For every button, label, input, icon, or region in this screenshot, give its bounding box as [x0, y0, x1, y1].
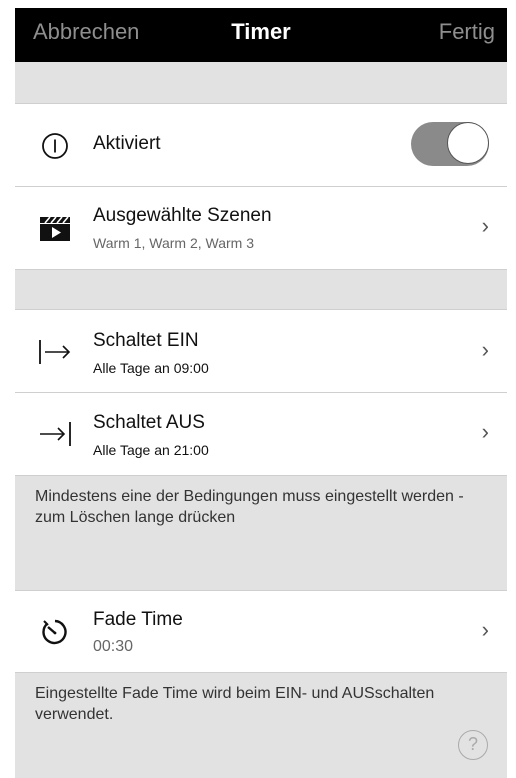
fade-time-title: Fade Time [93, 609, 183, 630]
activated-row[interactable]: Aktiviert [15, 103, 507, 187]
switch-on-title: Schaltet EIN [93, 330, 199, 351]
activated-toggle[interactable] [411, 122, 489, 166]
fade-time-value: 00:30 [93, 638, 134, 655]
switch-on-value: Alle Tage an 09:00 [93, 360, 209, 376]
arrow-right-to-bar-icon [35, 414, 75, 454]
fade-time-note: Eingestellte Fade Time wird beim EIN- un… [35, 685, 435, 723]
clapperboard-icon [35, 208, 75, 248]
power-icon [35, 126, 75, 166]
scenes-title: Ausgewählte Szenen [93, 205, 272, 226]
chevron-right-icon: › [481, 213, 489, 238]
chevron-right-icon: › [481, 617, 489, 642]
switch-on-row[interactable]: Schaltet EIN Alle Tage an 09:00 › [15, 309, 507, 393]
chevron-right-icon: › [481, 419, 489, 444]
arrow-right-from-bar-icon [35, 332, 75, 372]
switch-off-row[interactable]: Schaltet AUS Alle Tage an 21:00 › [15, 393, 507, 476]
done-button[interactable]: Fertig [439, 19, 495, 45]
conditions-note: Mindestens eine der Bedingungen muss ein… [35, 488, 464, 526]
page-title: Timer [231, 19, 291, 44]
switch-off-title: Schaltet AUS [93, 412, 205, 433]
timer-icon [35, 612, 75, 652]
scenes-row[interactable]: Ausgewählte Szenen Warm 1, Warm 2, Warm … [15, 187, 507, 270]
scenes-value: Warm 1, Warm 2, Warm 3 [93, 235, 254, 251]
activated-label: Aktiviert [93, 133, 161, 154]
help-icon[interactable]: ? [458, 730, 488, 760]
chevron-right-icon: › [481, 337, 489, 362]
navigation-bar: Abbrechen Timer Fertig [15, 8, 507, 62]
fade-time-row[interactable]: Fade Time 00:30 › [15, 590, 507, 673]
toggle-knob [447, 122, 489, 164]
switch-off-value: Alle Tage an 21:00 [93, 442, 209, 458]
timer-screen: Abbrechen Timer Fertig Aktiviert Ausgewä… [15, 8, 507, 778]
